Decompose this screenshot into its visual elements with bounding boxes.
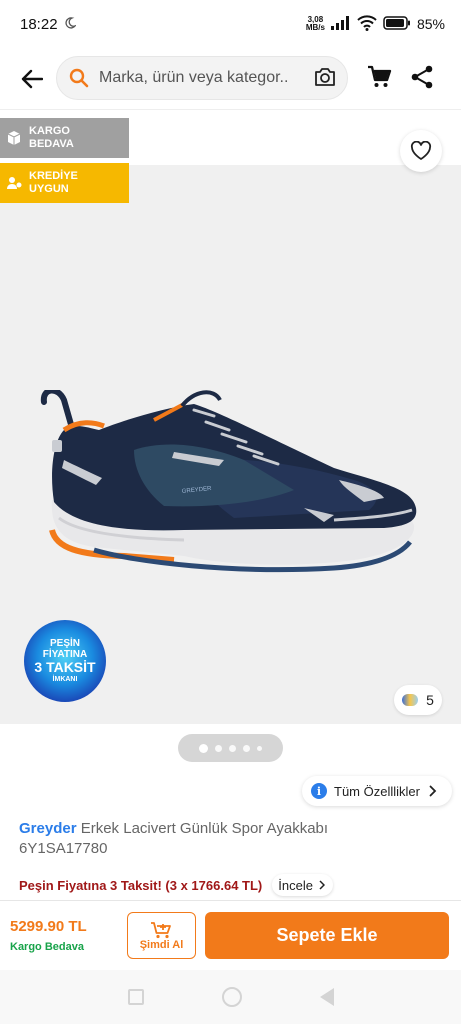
- promo-line4: İMKANI: [52, 676, 78, 683]
- pager-dot[interactable]: [257, 745, 262, 751]
- gallery-pager[interactable]: [178, 734, 283, 762]
- user-coins-icon: [7, 177, 22, 189]
- product-gallery[interactable]: KARGO BEDAVA KREDİYE UYGUN GREYDER PEŞİN…: [0, 110, 461, 724]
- incele-label: İncele: [278, 877, 313, 893]
- camera-search-icon[interactable]: [313, 66, 337, 88]
- buy-now-button[interactable]: Şimdi Al: [127, 912, 196, 959]
- favorite-button[interactable]: [400, 130, 442, 172]
- battery-icon: [383, 15, 411, 33]
- app-header: [0, 48, 461, 110]
- moon-icon: [64, 16, 77, 33]
- cart-icon: [368, 65, 392, 87]
- pager-dot[interactable]: [243, 744, 250, 752]
- search-bar[interactable]: [56, 56, 348, 100]
- arrow-left-icon: [21, 69, 43, 88]
- promo-line3: 3 TAKSİT: [34, 659, 96, 675]
- package-icon: [7, 131, 21, 145]
- status-left: 18:22: [20, 15, 77, 33]
- signal-icon: [330, 15, 351, 33]
- heart-icon: [410, 141, 432, 160]
- brand-link[interactable]: Greyder: [19, 820, 77, 837]
- recents-button[interactable]: [127, 989, 144, 1005]
- add-to-cart-button[interactable]: Sepete Ekle: [205, 912, 449, 959]
- buy-now-label: Şimdi Al: [139, 938, 184, 951]
- product-code: 6Y1SA17780: [19, 840, 108, 857]
- wifi-icon: [357, 14, 377, 34]
- back-button[interactable]: [14, 61, 50, 97]
- product-shoe-image: GREYDER: [40, 390, 417, 573]
- free-shipping-label: Kargo Bedava: [10, 941, 84, 953]
- info-icon: i: [311, 783, 327, 799]
- all-features-label: Tüm Özelllikler: [334, 783, 420, 799]
- pager-dot[interactable]: [215, 744, 222, 752]
- color-options-button[interactable]: 5: [394, 685, 442, 715]
- status-bar: 18:22 3,08 MB/s 85%: [0, 0, 461, 48]
- promo-line1: PEŞİN: [49, 638, 80, 649]
- badge-kredi-line1: KREDİYE: [29, 170, 78, 182]
- share-icon: [411, 65, 433, 89]
- installment-promo-badge: PEŞİN FİYATINA 3 TAKSİT İMKANI: [24, 620, 106, 702]
- badge-kargo-line2: BEDAVA: [29, 138, 74, 150]
- chevron-right-icon: [429, 785, 437, 797]
- back-nav-button[interactable]: [319, 988, 334, 1006]
- battery-level: 85%: [416, 16, 445, 32]
- bottom-buy-bar: 5299.90 TL Kargo Bedava Şimdi Al Sepete …: [0, 900, 461, 970]
- installment-text: Peşin Fiyatına 3 Taksit! (3 x 1766.64 TL…: [19, 877, 263, 893]
- system-nav-bar: [0, 970, 461, 1024]
- badge-kargo-line1: KARGO: [29, 125, 70, 137]
- free-shipping-badge: KARGO BEDAVA: [0, 118, 129, 158]
- product-title: Greyder Erkek Lacivert Günlük Spor Ayakk…: [19, 819, 439, 859]
- color-swatch-icon: [402, 694, 419, 706]
- product-name: Erkek Lacivert Günlük Spor Ayakkabı: [80, 820, 329, 837]
- search-input[interactable]: [99, 69, 289, 87]
- all-features-button[interactable]: i Tüm Özelllikler: [302, 776, 452, 806]
- pager-dot[interactable]: [199, 743, 208, 753]
- search-icon: [69, 68, 89, 88]
- cart-button[interactable]: [366, 64, 392, 95]
- pager-dot[interactable]: [229, 744, 236, 752]
- status-time: 18:22: [20, 15, 58, 33]
- status-right: 3,08 MB/s 85%: [306, 14, 445, 34]
- color-count-value: 5: [426, 692, 434, 708]
- incele-button[interactable]: İncele: [272, 874, 333, 896]
- chevron-right-icon: [319, 880, 325, 890]
- cart-plus-icon: [150, 921, 171, 938]
- product-price: 5299.90 TL: [10, 918, 87, 935]
- badge-kredi-line2: UYGUN: [29, 183, 69, 195]
- home-button[interactable]: [221, 987, 242, 1007]
- net-speed-unit: MB/s: [305, 23, 325, 32]
- share-button[interactable]: [410, 64, 434, 95]
- net-speed: 3,08 MB/s: [306, 16, 325, 32]
- installment-info: Peşin Fiyatına 3 Taksit! (3 x 1766.64 TL…: [19, 874, 333, 896]
- credit-badge: KREDİYE UYGUN: [0, 163, 129, 203]
